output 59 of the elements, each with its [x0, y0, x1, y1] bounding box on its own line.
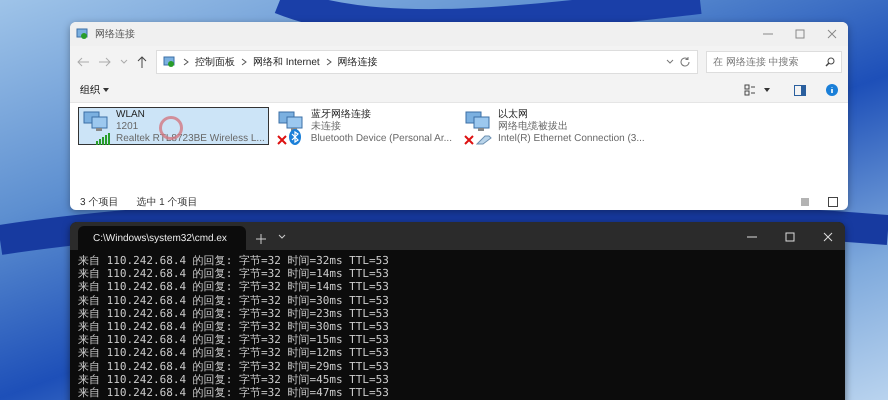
connection-name: 以太网 — [498, 109, 529, 120]
window-title: 网络连接 — [95, 28, 135, 41]
chevron-right-icon — [182, 57, 190, 67]
tiles-view-icon[interactable] — [828, 197, 838, 207]
device-name: Realtek RTL8723BE Wireless L... — [116, 133, 265, 145]
network-computers-icon — [82, 109, 108, 131]
selection-count: 选中 1 个项目 — [136, 196, 198, 209]
output-line: 来自 110.242.68.4 的回复: 字节=32 时间=47ms TTL=53 — [78, 386, 390, 400]
caret-icon[interactable] — [764, 88, 770, 92]
breadcrumb-item[interactable]: 网络和 Internet — [253, 55, 320, 69]
network-connection-item[interactable]: WLAN 1201 Realtek RTL8723BE Wireless L... — [78, 107, 269, 145]
output-line: 来自 110.242.68.4 的回复: 字节=32 时间=45ms TTL=53 — [78, 372, 390, 386]
network-computers-icon — [464, 109, 490, 131]
plus-icon[interactable] — [256, 234, 266, 244]
refresh-icon[interactable] — [679, 56, 691, 68]
network-computers-icon — [276, 109, 303, 131]
network-connection-item[interactable]: 以太网 网络电缆被拔出 Intel(R) Ethernet Connection (3... — [460, 107, 649, 145]
view-options-icon[interactable] — [744, 84, 756, 96]
chevron-right-icon — [240, 57, 248, 67]
output-line: 来自 110.242.68.4 的回复: 字节=32 时间=30ms TTL=53 — [78, 320, 390, 334]
up-arrow-icon[interactable] — [136, 55, 148, 69]
output-line: 来自 110.242.68.4 的回复: 字节=32 时间=32ms TTL=53 — [78, 254, 390, 268]
chevron-down-icon[interactable] — [666, 59, 674, 65]
network-computer-icon — [163, 55, 177, 69]
caret-icon — [103, 88, 109, 92]
chevron-right-icon — [324, 57, 333, 67]
device-name: Intel(R) Ethernet Connection (3... — [498, 133, 645, 145]
connection-status: 未连接 — [310, 121, 342, 133]
bluetooth-icon — [288, 129, 301, 145]
breadcrumb-item[interactable]: 控制面板 — [195, 55, 235, 69]
breadcrumb-item[interactable]: 网络连接 — [338, 55, 378, 69]
network-connection-item[interactable]: 蓝牙网络连接 未连接 Bluetooth Device (Personal Ar... — [272, 107, 456, 145]
chevron-down-icon[interactable] — [278, 234, 286, 240]
output-line: 来自 110.242.68.4 的回复: 字节=32 时间=23ms TTL=53 — [78, 306, 390, 320]
output-line: 来自 110.242.68.4 的回复: 字节=32 时间=14ms TTL=53 — [78, 280, 390, 294]
output-line: 来自 110.242.68.4 的回复: 字节=32 时间=30ms TTL=53 — [78, 294, 390, 307]
cable-plug-icon — [476, 133, 492, 145]
connection-status: 网络电缆被拔出 — [498, 121, 569, 133]
disconnected-x-icon — [464, 135, 474, 145]
output-line: 来自 110.242.68.4 的回复: 字节=32 时间=12ms TTL=53 — [78, 346, 390, 360]
output-line: 来自 110.242.68.4 的回复: 字节=32 时间=15ms TTL=53 — [78, 333, 390, 346]
output-line: 来自 110.242.68.4 的回复: 字节=32 时间=14ms TTL=53 — [78, 267, 390, 280]
device-name: Bluetooth Device (Personal Ar... — [310, 133, 452, 145]
connection-name: 蓝牙网络连接 — [310, 109, 372, 120]
connection-status: 1201 — [116, 121, 140, 133]
help-icon[interactable] — [826, 84, 838, 96]
terminal-tab[interactable]: C:\Windows\system32\cmd.ex — [78, 226, 246, 250]
details-view-icon[interactable] — [800, 197, 810, 207]
network-computer-icon — [76, 27, 90, 41]
signal-bars-icon — [96, 133, 110, 145]
item-count: 3 个项目 — [80, 196, 118, 209]
disconnected-x-icon — [276, 135, 287, 145]
address-bar[interactable]: 控制面板 网络和 Internet 网络连接 — [156, 50, 698, 74]
connection-name: WLAN — [116, 109, 146, 121]
search-field[interactable]: 在 网络连接 中搜索 — [706, 51, 842, 73]
organize-menu[interactable]: 组织 — [80, 83, 109, 97]
output-line: 来自 110.242.68.4 的回复: 字节=32 时间=29ms TTL=53 — [78, 360, 390, 373]
search-icon — [825, 57, 835, 67]
preview-pane-icon[interactable] — [794, 84, 806, 96]
